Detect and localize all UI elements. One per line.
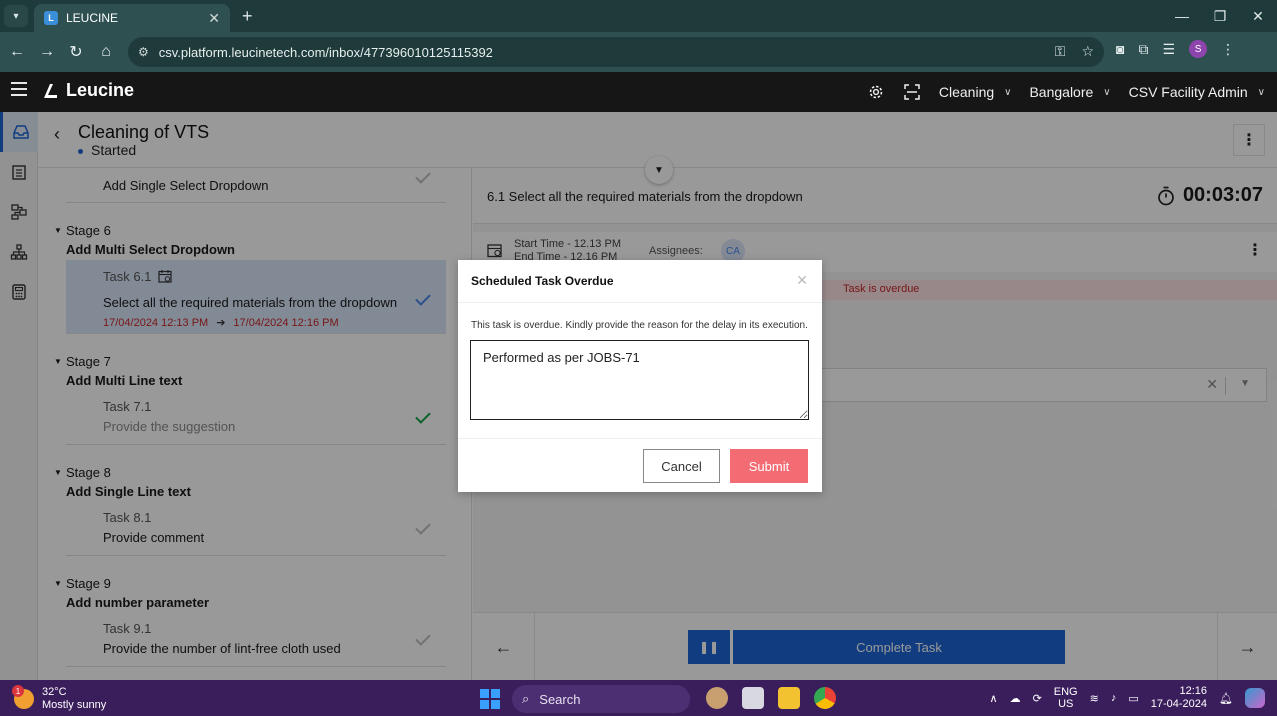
url-text: csv.platform.leucinetech.com/inbox/47739…: [158, 44, 493, 60]
password-key-icon[interactable]: ⚿: [1055, 43, 1066, 60]
browser-tab-bar: ▾ L LEUCINE ✕ + — ❐ ✕: [0, 0, 1277, 32]
notification-badge: 1: [12, 685, 24, 697]
onedrive-cloud-icon[interactable]: ☁: [1010, 692, 1021, 705]
taskbar-search[interactable]: ⌕ Search: [512, 685, 690, 713]
chevron-up-icon[interactable]: ∧: [990, 692, 998, 705]
home-icon[interactable]: ⌂: [91, 37, 121, 67]
browser-menu-icon[interactable]: ⋮: [1221, 41, 1235, 58]
browser-tab[interactable]: L LEUCINE ✕: [34, 4, 230, 32]
system-tray: ∧ ☁ ⟳ ENG US ≋ ♪ ▭ 12:16 17-04-2024 🔔︎: [990, 680, 1265, 716]
close-window-icon[interactable]: ✕: [1239, 0, 1277, 32]
brand-name: Leucine: [66, 80, 135, 100]
site-settings-icon[interactable]: ⚙: [138, 45, 149, 59]
app-header: Leucine Cleaning ∨ Bangalore ∨ CSV Facil…: [0, 72, 1277, 112]
search-icon: ⌕: [522, 691, 530, 706]
reload-icon[interactable]: ↻: [61, 37, 91, 67]
leucine-logo-icon: [44, 83, 57, 98]
pinned-apps: [706, 687, 836, 709]
weather-widget[interactable]: 1 32°C Mostly sunny: [12, 685, 107, 712]
restore-icon[interactable]: ❐: [1201, 0, 1239, 32]
region-code: US: [1058, 698, 1074, 710]
widgets-app-icon[interactable]: [706, 687, 728, 709]
tab-close-icon[interactable]: ✕: [208, 10, 220, 27]
dialog-message: This task is overdue. Kindly provide the…: [471, 320, 808, 331]
camera-extension-icon[interactable]: ◙: [1116, 41, 1124, 57]
chevron-down-icon: ∨: [1004, 86, 1012, 98]
submit-button[interactable]: Submit: [730, 449, 808, 483]
extensions-puzzle-icon[interactable]: ⧉: [1138, 41, 1148, 58]
leucine-favicon-icon: L: [44, 11, 58, 25]
hamburger-menu-icon[interactable]: [11, 82, 27, 100]
clock-time: 12:16: [1179, 685, 1208, 697]
settings-gear-icon[interactable]: [867, 83, 885, 101]
notification-bell-icon[interactable]: 🔔︎: [1219, 692, 1233, 705]
new-tab-plus-icon[interactable]: +: [242, 6, 253, 27]
weather-condition: Mostly sunny: [42, 699, 107, 711]
forward-arrow-icon[interactable]: →: [32, 37, 62, 67]
os-taskbar: 1 32°C Mostly sunny ⌕ Search ∧ ☁ ⟳ ENG U…: [0, 680, 1277, 716]
copilot-icon[interactable]: [1245, 688, 1265, 708]
search-label: Search: [539, 691, 581, 707]
window-controls: — ❐ ✕: [1163, 0, 1277, 32]
user-role-label: CSV Facility Admin: [1128, 84, 1248, 100]
back-arrow-icon[interactable]: ←: [2, 37, 32, 67]
bookmark-star-icon[interactable]: ☆: [1081, 43, 1094, 60]
user-role-dropdown[interactable]: CSV Facility Admin ∨: [1129, 84, 1265, 100]
cancel-button[interactable]: Cancel: [643, 449, 720, 483]
tab-title: LEUCINE: [66, 11, 119, 25]
wifi-icon[interactable]: ≋: [1090, 692, 1099, 705]
media-control-icon[interactable]: ☰: [1162, 41, 1175, 58]
sync-icon[interactable]: ⟳: [1033, 692, 1042, 705]
use-case-label: Cleaning: [938, 84, 995, 100]
facility-use-case-dropdown[interactable]: Cleaning ∨: [939, 84, 1012, 100]
facility-location-dropdown[interactable]: Bangalore ∨: [1029, 84, 1110, 100]
dialog-close-icon[interactable]: ✕: [796, 272, 808, 289]
sun-weather-icon: 1: [12, 685, 34, 709]
file-explorer-icon[interactable]: [778, 687, 800, 709]
chevron-down-icon: ∨: [1103, 86, 1111, 98]
minimize-icon[interactable]: —: [1163, 0, 1201, 32]
temperature: 32°C: [42, 686, 67, 698]
url-bar[interactable]: ⚙ csv.platform.leucinetech.com/inbox/477…: [128, 37, 1104, 67]
profile-avatar[interactable]: S: [1189, 40, 1208, 58]
leucine-logo[interactable]: Leucine: [40, 80, 134, 101]
scan-qr-icon[interactable]: [903, 83, 921, 101]
volume-icon[interactable]: ♪: [1111, 692, 1117, 704]
clock-date: 17-04-2024: [1150, 698, 1208, 710]
browser-toolbar: ← → ↻ ⌂ ⚙ csv.platform.leucinetech.com/i…: [0, 32, 1277, 72]
dialog-footer: Cancel Submit: [458, 438, 822, 492]
chrome-icon[interactable]: [814, 687, 836, 709]
windows-start-icon[interactable]: [480, 689, 500, 709]
battery-icon[interactable]: ▭: [1128, 692, 1138, 705]
dialog-title: Scheduled Task Overdue: [471, 274, 614, 288]
dialog-header: Scheduled Task Overdue ✕: [458, 260, 822, 303]
delay-reason-textarea[interactable]: Performed as per JOBS-71: [470, 340, 809, 420]
system-clock[interactable]: 12:16 17-04-2024: [1151, 685, 1207, 711]
language-code: ENG: [1053, 686, 1078, 698]
location-label: Bangalore: [1029, 84, 1094, 100]
task-view-icon[interactable]: [742, 687, 764, 709]
overdue-reason-dialog: Scheduled Task Overdue ✕ This task is ov…: [458, 260, 822, 492]
input-language[interactable]: ENG US: [1054, 686, 1078, 710]
tab-search-chevron-icon[interactable]: ▾: [4, 5, 28, 27]
chevron-down-icon: ∨: [1257, 86, 1265, 98]
